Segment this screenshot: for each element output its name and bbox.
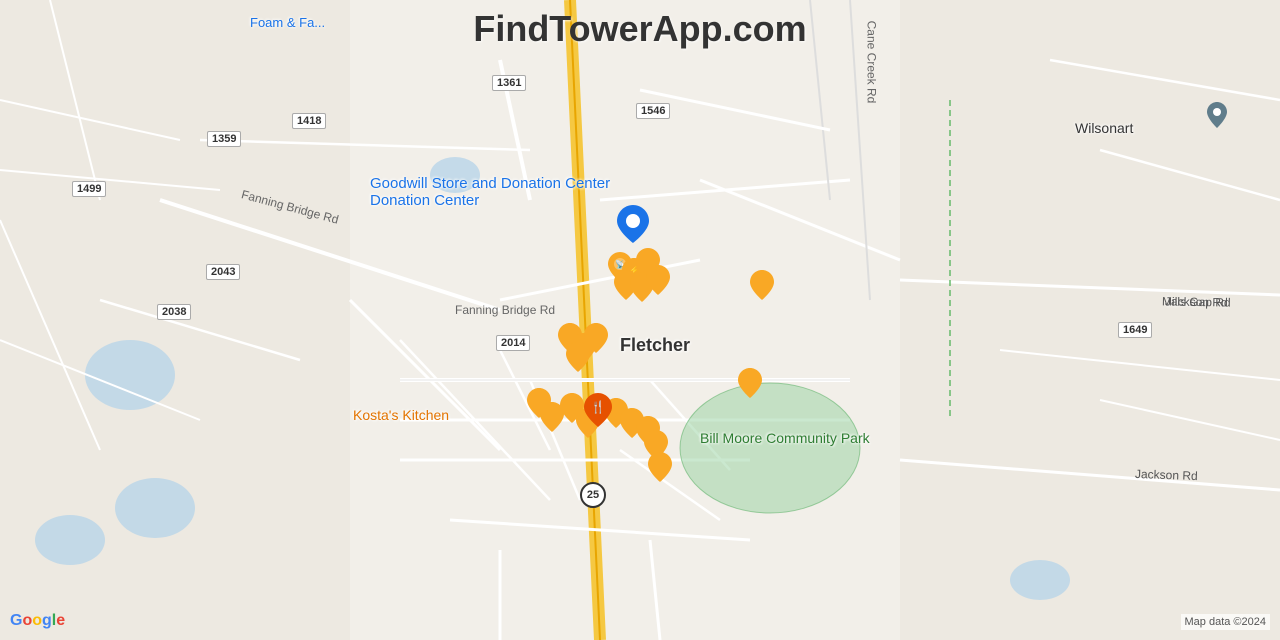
shield-2043: 2043 (206, 264, 240, 280)
svg-text:🍴: 🍴 (591, 400, 606, 414)
tower-pin-12[interactable] (566, 342, 590, 372)
shield-1418: 1418 (292, 113, 326, 129)
kostas-label[interactable]: Kosta's Kitchen (353, 407, 449, 423)
mills-gap-road-label: Mills Gap Rd (1162, 294, 1231, 309)
tower-pin-21[interactable] (560, 393, 584, 423)
map-attribution: Map data ©2024 (1181, 614, 1271, 630)
shield-1546: 1546 (636, 103, 670, 119)
shield-1361: 1361 (492, 75, 526, 91)
jackson-road-label: Jackson Rd (1135, 467, 1198, 483)
wilsonart-pin[interactable] (1207, 102, 1227, 133)
tower-pin-6[interactable] (646, 265, 670, 295)
map-container: FindTowerApp.com Goodwill Store and Dona… (0, 0, 1280, 640)
shield-1499: 1499 (72, 181, 106, 197)
fanning-bridge-label: Fanning Bridge Rd (455, 303, 555, 317)
google-logo: Google (10, 612, 65, 630)
wilsonart-label[interactable]: Wilsonart (1075, 120, 1133, 136)
shield-1359: 1359 (207, 131, 241, 147)
restaurant-pin[interactable]: 🍴 (584, 393, 612, 427)
goodwill-label[interactable]: Goodwill Store and Donation Center Donat… (370, 175, 610, 209)
shield-2038: 2038 (157, 304, 191, 320)
foam-label[interactable]: Foam & Fa... (250, 15, 325, 30)
shield-1649: 1649 (1118, 322, 1152, 338)
tower-pin-7[interactable] (750, 270, 774, 300)
goodwill-pin[interactable] (617, 205, 649, 248)
park-label: Bill Moore Community Park (700, 430, 810, 446)
map-svg (0, 0, 1280, 640)
fletcher-label: Fletcher (620, 335, 690, 356)
shield-25: 25 (580, 482, 606, 508)
tower-pin-18[interactable] (648, 452, 672, 482)
cane-creek-label: Cane Creek Rd (864, 21, 878, 104)
shield-2014: 2014 (496, 335, 530, 351)
tower-pin-8[interactable] (738, 368, 762, 398)
app-title: FindTowerApp.com (473, 8, 806, 50)
